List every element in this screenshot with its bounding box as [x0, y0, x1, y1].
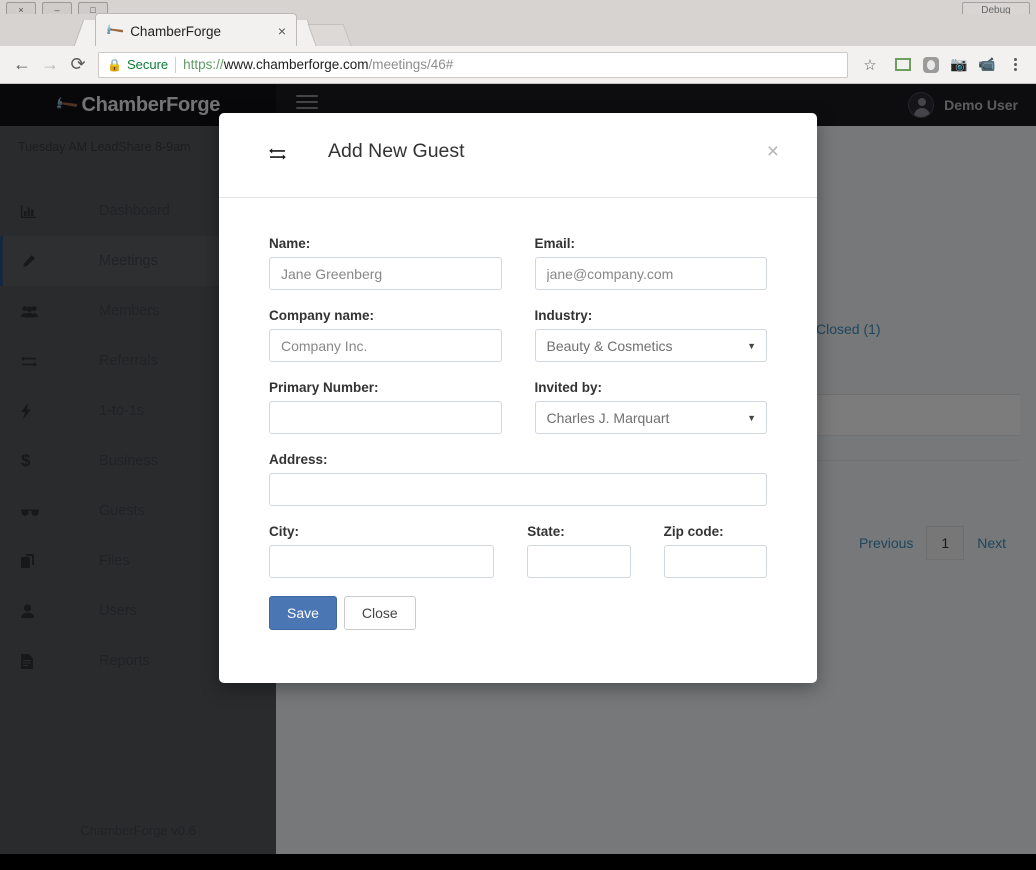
- form-row-name-email: Name: Email:: [269, 236, 767, 290]
- industry-select[interactable]: Beauty & Cosmetics ▼: [535, 329, 768, 362]
- label-company-name: Company name:: [269, 308, 502, 323]
- address-bar[interactable]: 🔒 Secure https:// www.chamberforge.com /…: [98, 52, 848, 78]
- save-button[interactable]: Save: [269, 596, 337, 630]
- extension-icons: 📷 📹: [890, 52, 1028, 78]
- screen: × – □ Debug 🔨 ChamberForge × ← → ⟳ 🔒 Sec…: [0, 0, 1036, 870]
- form-row-city-state-zip: City: State: Zip code:: [269, 524, 767, 578]
- field-group-industry: Industry: Beauty & Cosmetics ▼: [535, 308, 768, 362]
- chevron-down-icon: ▼: [747, 413, 756, 423]
- modal-header: Add New Guest ×: [219, 113, 817, 198]
- form-row-primary-invited: Primary Number: Invited by: Charles J. M…: [269, 380, 767, 434]
- url-host: www.chamberforge.com: [224, 57, 369, 72]
- reload-icon[interactable]: ⟳: [64, 51, 92, 79]
- field-group-primary-number: Primary Number:: [269, 380, 502, 434]
- zip-code-input[interactable]: [664, 545, 767, 578]
- browser-tab[interactable]: 🔨 ChamberForge ×: [96, 14, 296, 48]
- field-group-address: Address:: [269, 452, 767, 506]
- field-group-name: Name:: [269, 236, 502, 290]
- label-city: City:: [269, 524, 494, 539]
- tab-title: ChamberForge: [130, 24, 278, 39]
- field-group-city: City:: [269, 524, 494, 578]
- close-button[interactable]: Close: [344, 596, 416, 630]
- browser-tab-strip: 🔨 ChamberForge ×: [0, 14, 1036, 48]
- forward-icon[interactable]: →: [36, 51, 64, 79]
- city-input[interactable]: [269, 545, 494, 578]
- star-icon[interactable]: ☆: [856, 51, 884, 79]
- label-email: Email:: [535, 236, 768, 251]
- label-primary-number: Primary Number:: [269, 380, 502, 395]
- video-icon[interactable]: 📹: [974, 52, 1000, 78]
- hammer-icon: 🔨: [103, 20, 126, 43]
- application: Closed (1) Email ⇅ Phone ⇅: [0, 84, 1036, 854]
- menu-dots-icon[interactable]: [1002, 52, 1028, 78]
- field-group-company: Company name:: [269, 308, 502, 362]
- close-icon[interactable]: ×: [767, 141, 779, 162]
- close-icon[interactable]: ×: [278, 23, 286, 39]
- new-tab-button[interactable]: [308, 24, 353, 48]
- company-name-input[interactable]: [269, 329, 502, 362]
- primary-number-input[interactable]: [269, 401, 502, 434]
- back-icon[interactable]: ←: [8, 51, 36, 79]
- modal-title: Add New Guest: [328, 140, 465, 163]
- browser-nav-bar: ← → ⟳ 🔒 Secure https:// www.chamberforge…: [0, 46, 1036, 84]
- exchange-icon: [269, 147, 286, 166]
- label-address: Address:: [269, 452, 767, 467]
- invited-by-select[interactable]: Charles J. Marquart ▼: [535, 401, 768, 434]
- url-path: /meetings/46#: [369, 57, 454, 72]
- shield-icon[interactable]: [918, 52, 944, 78]
- add-guest-modal: Add New Guest × Name: Email: Co: [219, 113, 817, 683]
- field-group-state: State:: [527, 524, 630, 578]
- email-input[interactable]: [535, 257, 768, 290]
- label-zip-code: Zip code:: [664, 524, 767, 539]
- label-name: Name:: [269, 236, 502, 251]
- chevron-down-icon: ▼: [747, 341, 756, 351]
- label-state: State:: [527, 524, 630, 539]
- form-row-company-industry: Company name: Industry: Beauty & Cosmeti…: [269, 308, 767, 362]
- industry-selected-value: Beauty & Cosmetics: [547, 338, 673, 354]
- field-group-invited-by: Invited by: Charles J. Marquart ▼: [535, 380, 768, 434]
- url-scheme: https://: [183, 57, 224, 72]
- state-input[interactable]: [527, 545, 630, 578]
- url-divider: [175, 57, 176, 73]
- modal-body: Name: Email: Company name: Industry:: [219, 198, 817, 630]
- lock-icon: 🔒: [107, 58, 122, 72]
- name-input[interactable]: [269, 257, 502, 290]
- crop-icon[interactable]: [890, 52, 916, 78]
- field-group-email: Email:: [535, 236, 768, 290]
- label-invited-by: Invited by:: [535, 380, 768, 395]
- address-input[interactable]: [269, 473, 767, 506]
- camera-icon[interactable]: 📷: [946, 52, 972, 78]
- invited-by-selected-value: Charles J. Marquart: [547, 410, 670, 426]
- secure-label: Secure: [127, 57, 168, 72]
- modal-actions: Save Close: [269, 596, 767, 630]
- field-group-zip-code: Zip code:: [664, 524, 767, 578]
- form-row-address: Address:: [269, 452, 767, 506]
- label-industry: Industry:: [535, 308, 768, 323]
